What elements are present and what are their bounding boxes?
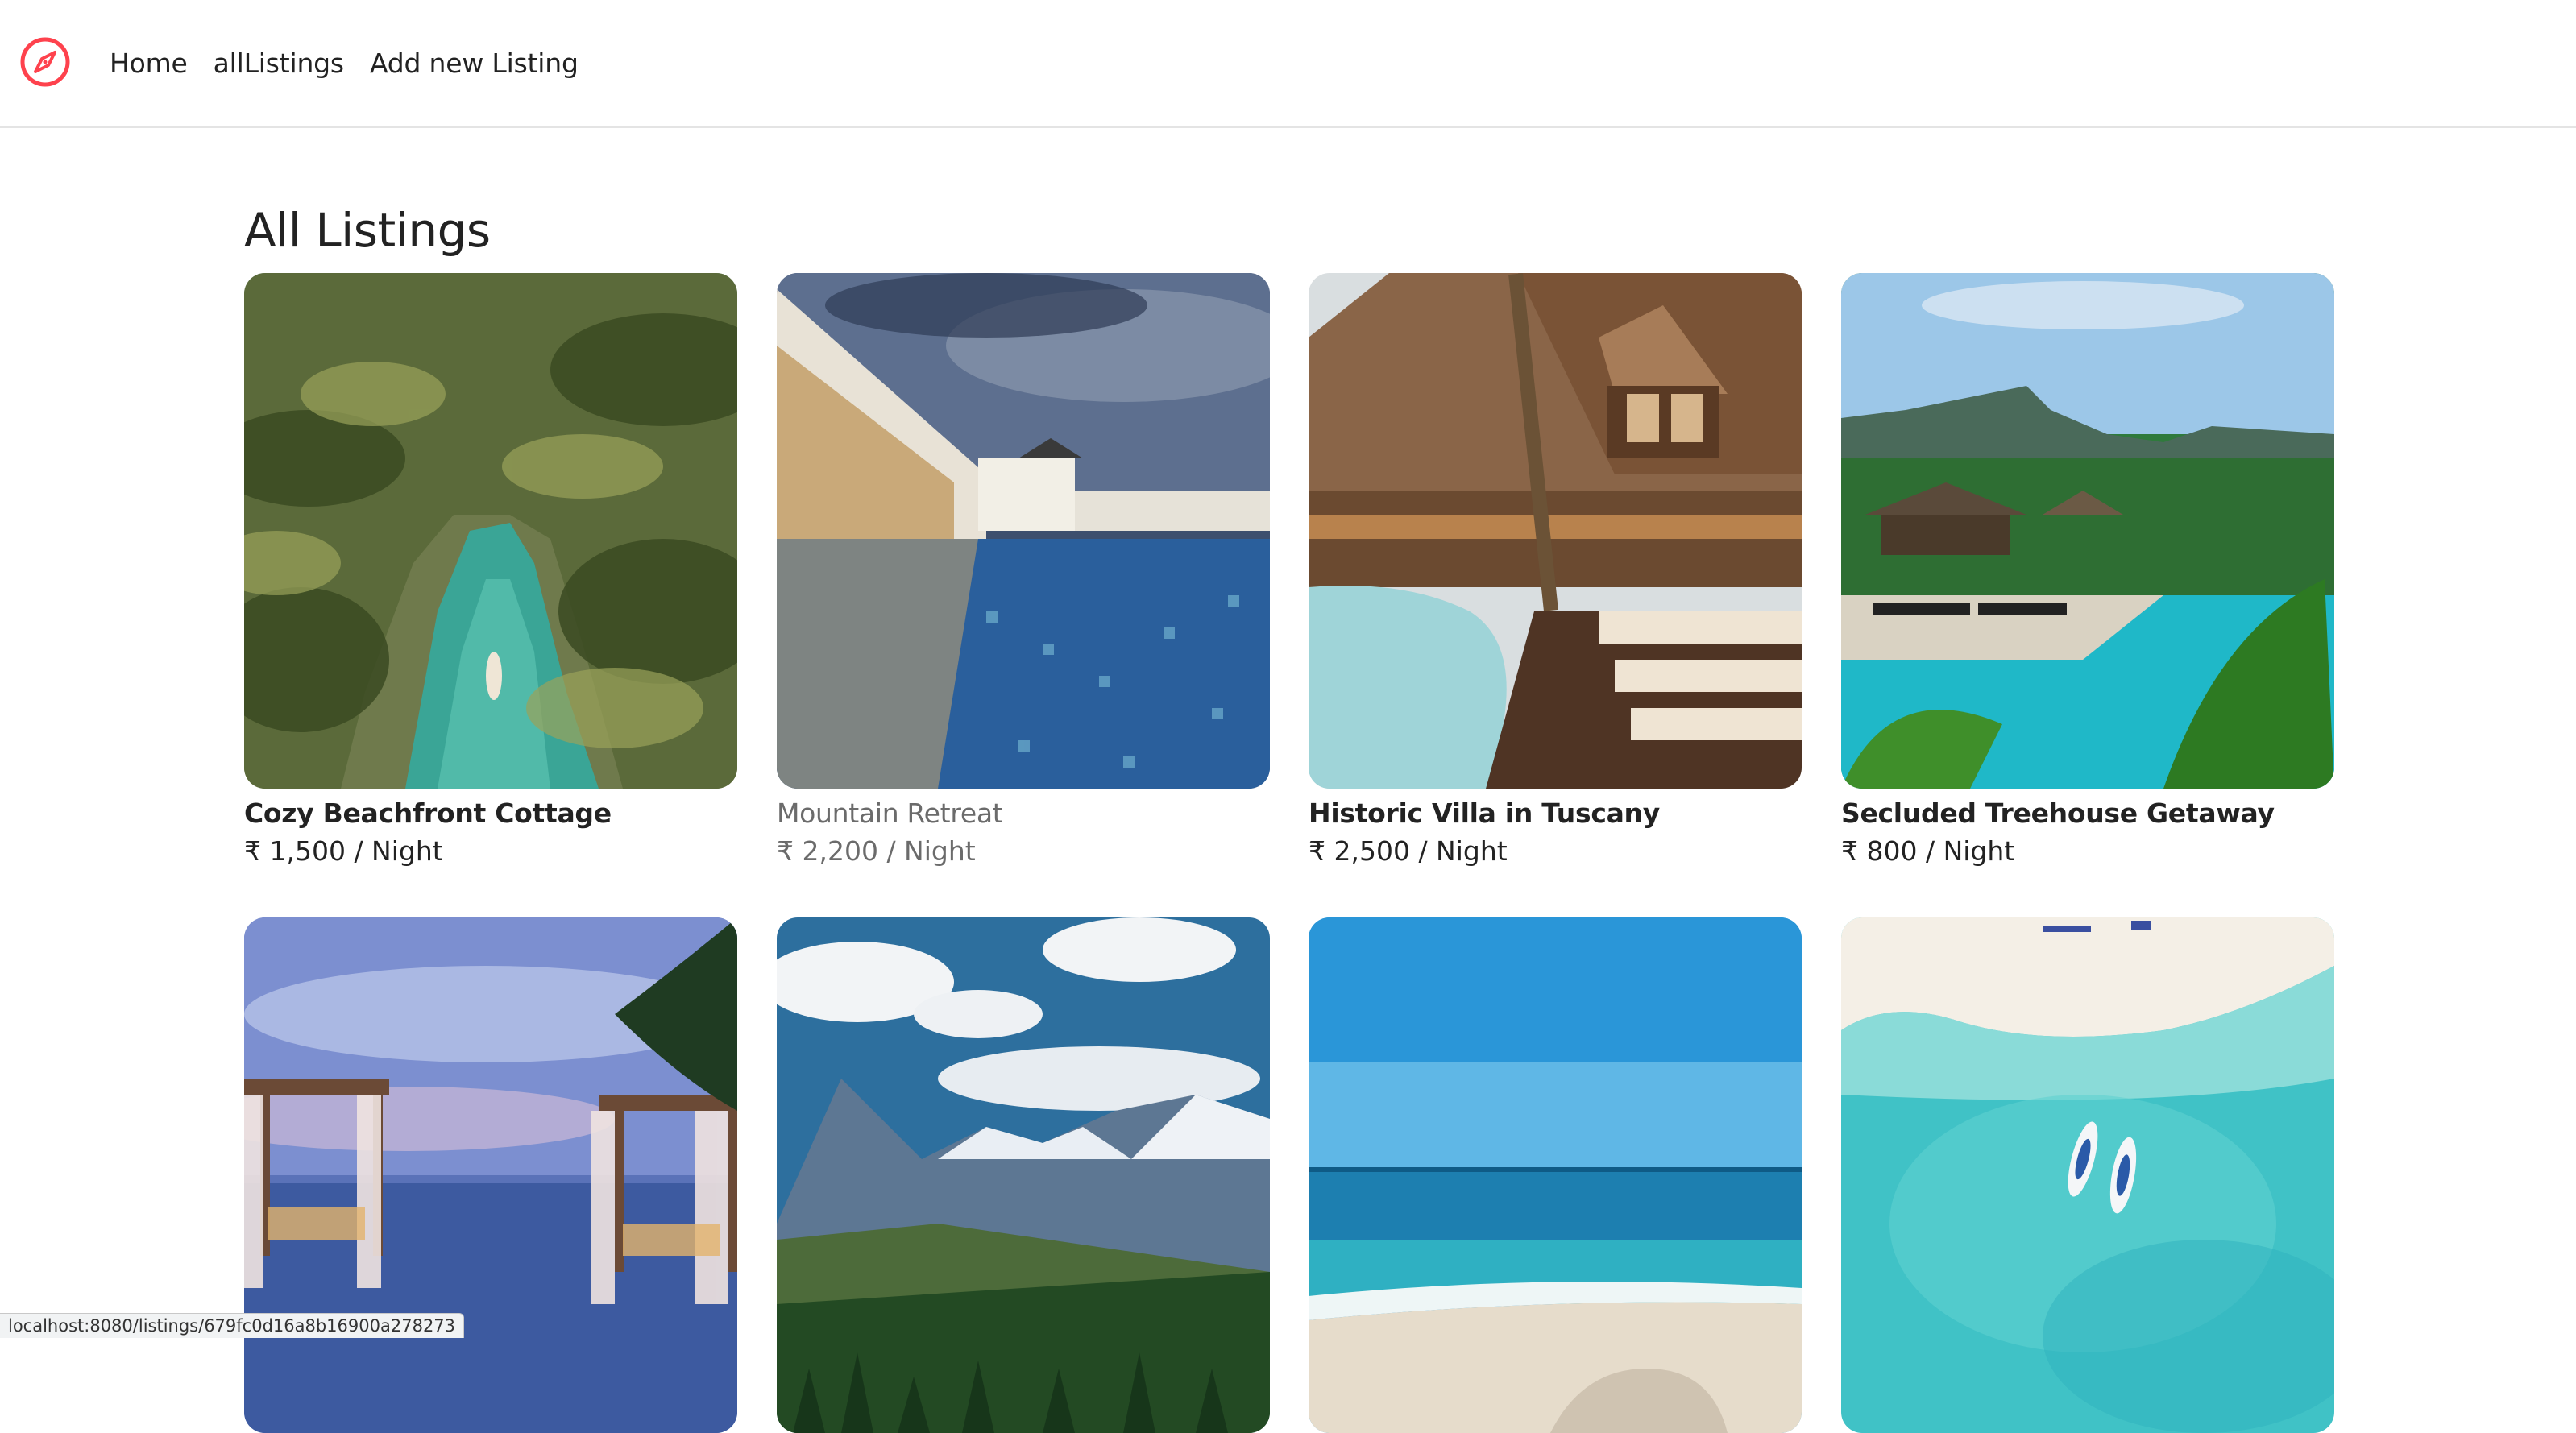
listing-price: ₹ 800 / Night [1841,835,2015,867]
listing-image [1309,917,1802,1433]
listing-image [777,273,1270,789]
listing-card[interactable] [1841,917,2334,1433]
compass-icon[interactable] [18,35,73,89]
listing-card[interactable]: Secluded Treehouse Getaway ₹ 800 / Night [1841,273,2334,871]
listing-price: ₹ 2,500 / Night [1309,835,1508,867]
listing-price: ₹ 1,500 / Night [244,835,443,867]
listing-image [1841,917,2334,1433]
listing-title: Historic Villa in Tuscany [1309,797,1660,829]
nav-add-listing-link[interactable]: Add new Listing [370,45,579,82]
listing-card[interactable] [1309,917,1802,1433]
listing-image [244,917,737,1433]
listing-card[interactable]: Cozy Beachfront Cottage ₹ 1,500 / Night [244,273,737,871]
page-title: All Listings [244,203,491,258]
listing-card[interactable] [244,917,737,1433]
nav-all-listings-link[interactable]: allListings [214,45,344,82]
nav-home-link[interactable]: Home [110,45,188,82]
status-bar-url: localhost:8080/listings/679fc0d16a8b1690… [0,1313,465,1338]
navbar: Home allListings Add new Listing [0,0,2576,128]
listing-title: Mountain Retreat [777,797,1003,829]
listing-card[interactable]: Mountain Retreat ₹ 2,200 / Night [777,273,1270,871]
listing-image [244,273,737,789]
listing-title: Cozy Beachfront Cottage [244,797,612,829]
listing-card[interactable] [777,917,1270,1433]
listing-image [777,917,1270,1433]
listing-image [1841,273,2334,789]
listing-image [1309,273,1802,789]
nav-links: Home allListings Add new Listing [110,45,579,82]
listing-card[interactable]: Historic Villa in Tuscany ₹ 2,500 / Nigh… [1309,273,1802,871]
listing-price: ₹ 2,200 / Night [777,835,976,867]
listing-title: Secluded Treehouse Getaway [1841,797,2275,829]
